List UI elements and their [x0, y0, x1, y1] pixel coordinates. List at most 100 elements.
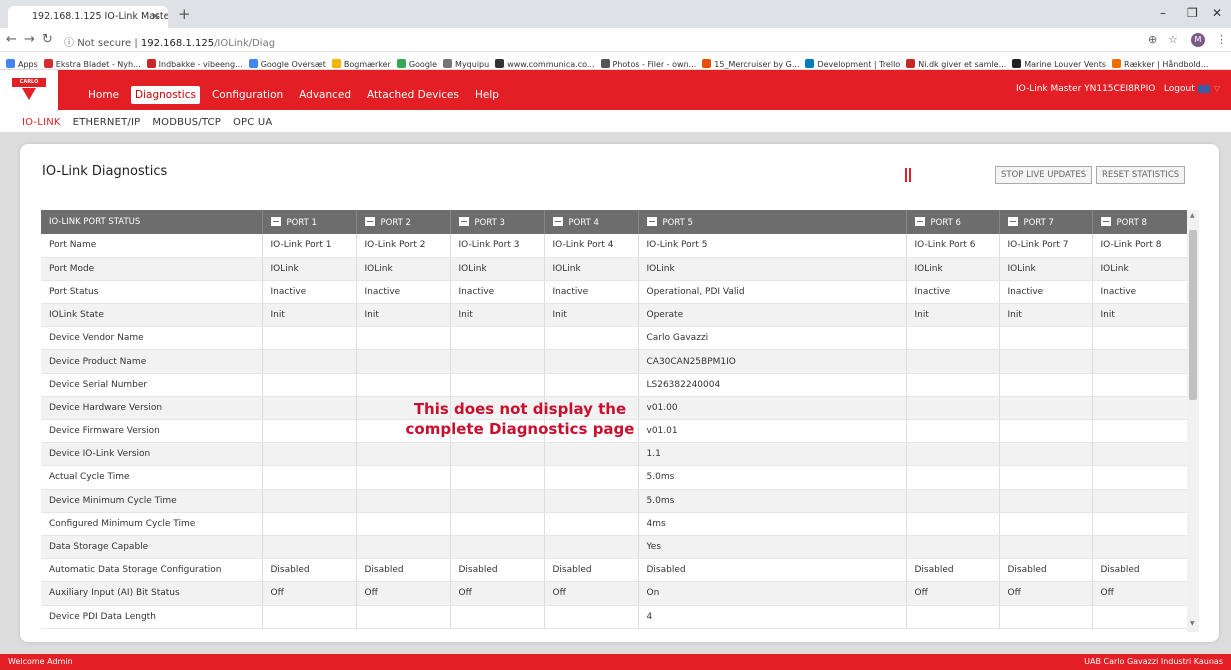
table-cell: [906, 373, 1000, 397]
port-column-header[interactable]: PORT 6: [906, 210, 1000, 234]
port-column-header[interactable]: PORT 5: [638, 210, 907, 234]
port-column-header[interactable]: PORT 1: [262, 210, 357, 234]
bookmark-item[interactable]: www.communica.co...: [495, 56, 595, 69]
table-cell: On: [638, 581, 907, 606]
subnav-modbus-tcp[interactable]: MODBUS/TCP: [152, 117, 221, 128]
scroll-thumb[interactable]: [1189, 230, 1197, 400]
collapse-icon[interactable]: [458, 216, 469, 226]
bookmark-star-icon[interactable]: ☆: [1168, 33, 1178, 46]
logout-link[interactable]: Logout: [1164, 84, 1195, 94]
language-flag-icon[interactable]: [1198, 85, 1210, 93]
main-nav: Home Diagnostics Configuration Advanced Atta…: [84, 83, 511, 104]
stop-live-updates-button[interactable]: STOP LIVE UPDATES: [995, 166, 1093, 184]
reload-icon[interactable]: ↻: [42, 32, 53, 47]
scroll-down-icon[interactable]: ▼: [1190, 620, 1195, 627]
bookmark-item[interactable]: Marine Louver Vents: [1012, 56, 1106, 69]
collapse-icon[interactable]: [646, 216, 657, 226]
table-cell: [1092, 465, 1188, 490]
row-label: Actual Cycle Time: [41, 465, 263, 490]
bookmark-label: Myquipu: [455, 60, 490, 69]
subnav-io-link[interactable]: IO-LINK: [22, 117, 61, 128]
bookmark-item[interactable]: 15_Mercruiser by G...: [702, 56, 799, 69]
bookmark-item[interactable]: Development | Trello: [805, 56, 900, 69]
avatar[interactable]: M: [1191, 33, 1205, 47]
port-column-header[interactable]: PORT 8: [1092, 210, 1188, 234]
chevron-down-icon[interactable]: ▽: [1214, 84, 1220, 93]
bookmark-item[interactable]: Myquipu: [443, 56, 490, 69]
row-label: Device Minimum Cycle Time: [41, 489, 263, 513]
footer: Welcome Admin UAB Carlo Gavazzi Industri…: [0, 654, 1231, 670]
carlo-gavazzi-logo[interactable]: CARLO GAVAZZI: [0, 70, 58, 110]
nav-advanced[interactable]: Advanced: [295, 86, 355, 104]
table-cell: [1092, 396, 1188, 421]
table-cell: [999, 489, 1093, 513]
table-cell: [1092, 489, 1188, 513]
bookmark-item[interactable]: Bogmærker: [331, 56, 391, 69]
table-row: Device Serial Number LS26382240004: [41, 373, 1188, 397]
live-indicator-icon: [905, 168, 907, 182]
table-row: Port Mode IOLink IOLink IOLink IOLink IOLink I…: [41, 257, 1188, 281]
security-label: Not secure: [77, 38, 132, 49]
nav-help[interactable]: Help: [471, 86, 503, 104]
table-scrollbar[interactable]: ▲ ▼: [1187, 210, 1199, 632]
scroll-up-icon[interactable]: ▲: [1190, 212, 1195, 219]
zoom-icon[interactable]: ⊕: [1148, 33, 1157, 46]
table-cell: Inactive: [356, 280, 451, 305]
table-cell: Init: [544, 303, 639, 328]
port-column-header[interactable]: PORT 2: [356, 210, 451, 234]
port-column-header[interactable]: PORT 7: [999, 210, 1093, 234]
restore-icon[interactable]: ❐: [1187, 6, 1198, 20]
close-window-icon[interactable]: ✕: [1212, 6, 1222, 20]
bookmark-item[interactable]: Google Oversæt: [248, 56, 326, 69]
app-header: CARLO GAVAZZI Home Diagnostics Configurati…: [0, 70, 1231, 110]
port-column-header[interactable]: PORT 4: [544, 210, 639, 234]
row-label: Device Vendor Name: [41, 326, 263, 351]
bookmark-item[interactable]: Apps: [6, 56, 38, 69]
table-cell: Disabled: [999, 558, 1093, 583]
menu-icon[interactable]: ⋮: [1216, 33, 1227, 46]
table-cell: [906, 465, 1000, 490]
table-cell: [356, 326, 451, 351]
collapse-icon[interactable]: [1100, 216, 1111, 226]
bookmark-item[interactable]: Indbakke - vibeeng...: [146, 56, 243, 69]
bookmark-item[interactable]: Ekstra Bladet - Nyh...: [43, 56, 141, 69]
collapse-icon[interactable]: [270, 216, 281, 226]
new-tab-button[interactable]: +: [178, 5, 191, 23]
table-cell: [1092, 326, 1188, 351]
collapse-icon[interactable]: [1007, 216, 1018, 226]
table-cell: [999, 465, 1093, 490]
minimize-icon[interactable]: –: [1160, 6, 1166, 20]
back-icon[interactable]: ←: [6, 32, 17, 47]
table-cell: [906, 605, 1000, 629]
collapse-icon[interactable]: [552, 216, 563, 226]
table-cell: [1092, 535, 1188, 560]
bookmark-label: Photos - Filer - own...: [612, 60, 697, 69]
bookmark-icon: [600, 59, 610, 68]
nav-attached-devices[interactable]: Attached Devices: [363, 86, 463, 104]
bookmark-item[interactable]: Photos - Filer - own...: [600, 56, 697, 69]
bookmark-item[interactable]: Ni.dk giver et samle...: [906, 56, 1006, 69]
url-field[interactable]: ⓘ Not secure | 192.168.1.125/IOLink/Diag: [64, 34, 275, 49]
bookmark-item[interactable]: Rækker | Håndbold...: [1112, 56, 1208, 69]
bookmark-item[interactable]: Google: [396, 56, 437, 69]
close-tab-icon[interactable]: ✕: [151, 10, 160, 23]
nav-diagnostics[interactable]: Diagnostics: [131, 86, 200, 104]
table-cell: [262, 373, 357, 397]
browser-tab[interactable]: 192.168.1.125 IO-Link Master: IO ✕: [8, 6, 168, 28]
subnav-opc-ua[interactable]: OPC UA: [233, 117, 272, 128]
table-cell: [906, 489, 1000, 513]
collapse-icon[interactable]: [364, 216, 375, 226]
row-label: Port Name: [41, 234, 263, 258]
collapse-icon[interactable]: [914, 216, 925, 226]
table-cell: [1092, 349, 1188, 374]
nav-home[interactable]: Home: [84, 86, 123, 104]
table-cell: [356, 605, 451, 629]
subnav-ethernet-ip[interactable]: ETHERNET/IP: [73, 117, 141, 128]
table-cell: Operate: [638, 303, 907, 328]
reset-statistics-button[interactable]: RESET STATISTICS: [1096, 166, 1186, 184]
port-column-header[interactable]: PORT 3: [450, 210, 545, 234]
bookmark-icon: [702, 59, 712, 68]
forward-icon[interactable]: →: [24, 32, 35, 47]
nav-configuration[interactable]: Configuration: [208, 86, 287, 104]
table-cell: Disabled: [906, 558, 1000, 583]
